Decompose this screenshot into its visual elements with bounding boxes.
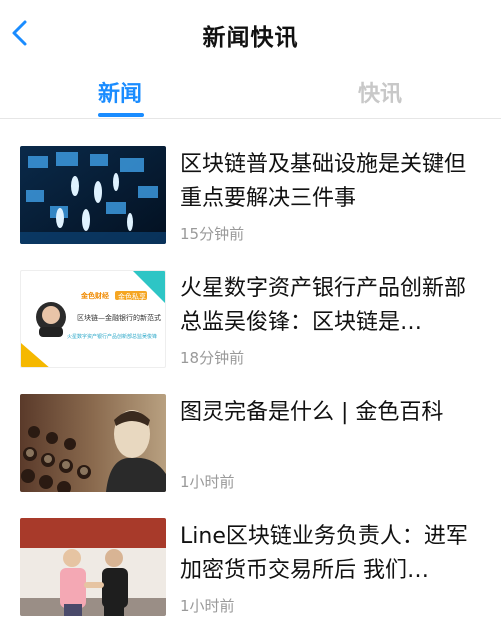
news-item[interactable]: 金色财经 金色私享 区块链—金融银行的新范式 火星数字资产银行产品创新部总监吴俊…: [0, 270, 501, 394]
tab-news[interactable]: 新闻: [98, 76, 142, 108]
news-title: 火星数字资产银行产品创新部总监吴俊锋：区块链是…: [180, 276, 467, 335]
top-bar: 新闻快讯: [0, 0, 501, 66]
news-item[interactable]: Line区块链业务负责人：进军加密货币交易所后 我们… 1小时前: [0, 518, 501, 642]
news-thumbnail: 金色财经 金色私享 区块链—金融银行的新范式 火星数字资产银行产品创新部总监吴俊…: [20, 270, 166, 368]
news-title: 图灵完备是什么 | 金色百科: [180, 400, 444, 425]
news-item[interactable]: 区块链普及基础设施是关键但重点要解决三件事 15分钟前: [0, 146, 501, 270]
tab-flash[interactable]: 快讯: [358, 76, 402, 108]
news-time: 1小时前: [180, 473, 235, 491]
thumb-brand: 金色财经: [81, 292, 109, 300]
thumb-line1: 区块链—金融银行的新范式: [77, 314, 161, 322]
tab-bar: 新闻 快讯: [0, 66, 501, 119]
news-time: 1小时前: [180, 597, 235, 615]
news-thumbnail: [20, 518, 166, 616]
thumb-line2: 火星数字资产银行产品创新部总监吴俊锋: [67, 334, 158, 340]
news-thumbnail: [20, 394, 166, 492]
active-tab-indicator: [98, 113, 144, 117]
news-thumbnail: [20, 146, 166, 244]
page-title: 新闻快讯: [202, 25, 299, 51]
news-item[interactable]: 图灵完备是什么 | 金色百科 1小时前: [0, 394, 501, 518]
news-title: Line区块链业务负责人：进军加密货币交易所后 我们…: [180, 524, 468, 583]
thumb-tag: 金色私享: [118, 293, 146, 301]
news-time: 15分钟前: [180, 225, 245, 243]
news-time: 18分钟前: [180, 349, 245, 367]
news-title: 区块链普及基础设施是关键但重点要解决三件事: [180, 152, 467, 211]
